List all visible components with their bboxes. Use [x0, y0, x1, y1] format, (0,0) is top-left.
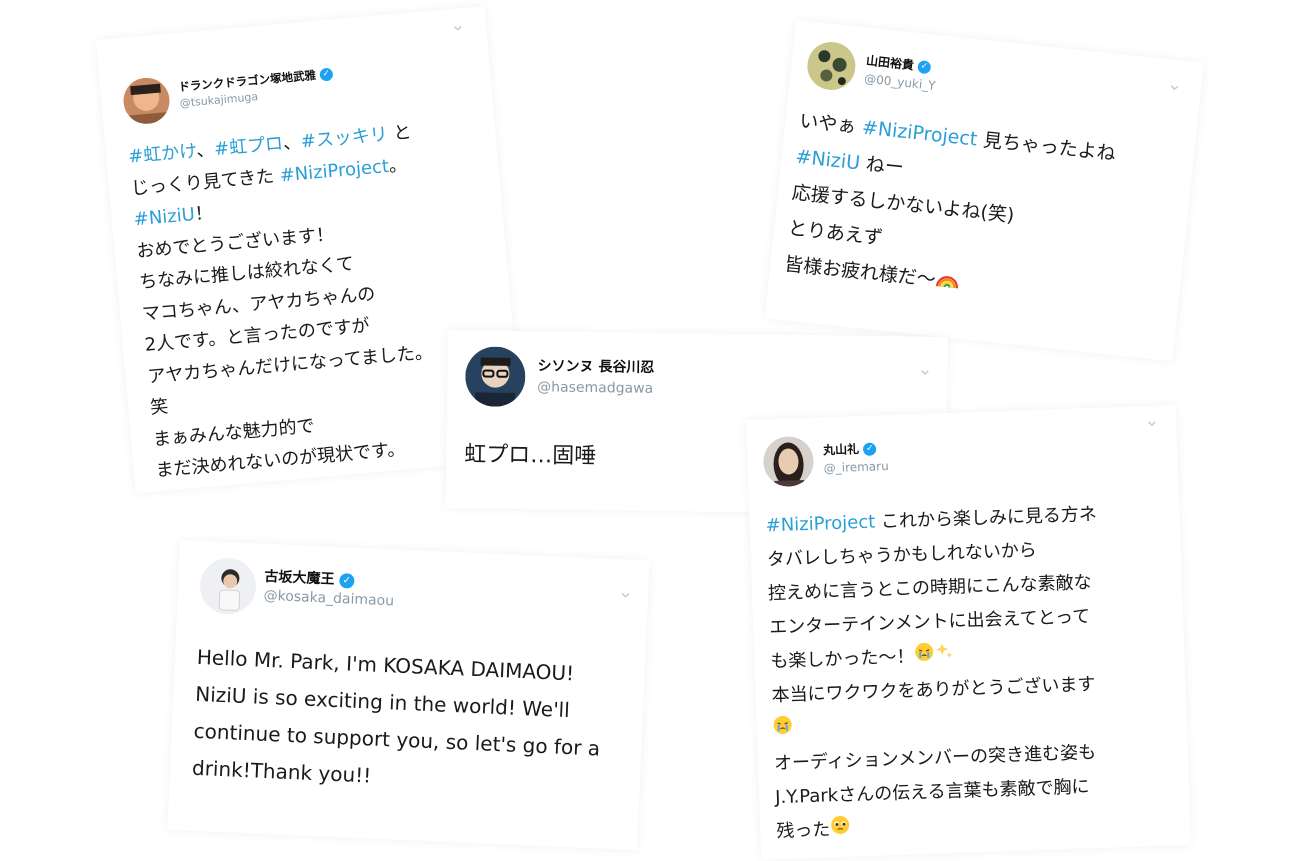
tweet-card-iremaru: 丸山礼 ✓ @_iremaru ⌄ #NiziProject これから楽しみに見…	[746, 404, 1192, 860]
rainbow-emoji-icon	[934, 263, 962, 301]
tweet-text-segment: も楽しかった〜！	[770, 646, 915, 673]
avatar-yuki[interactable]	[805, 39, 858, 93]
tweet-text-segment: と	[386, 121, 413, 145]
tweet-text-segment: 、	[195, 139, 216, 162]
tweet-card-yuki: 山田裕貴 ✓ @00_yuki_Y ⌄ いやぁ #NiziProject 見ちゃ…	[764, 20, 1204, 362]
chevron-down-icon[interactable]: ⌄	[449, 14, 466, 36]
tweet-text-segment: 控えめに言うとこの時期にこんな素敵な	[767, 572, 1092, 605]
tweet-text-segment: これから楽しみに見る方ネ	[874, 503, 1098, 533]
tweet-text-segment: 見ちゃったよね	[976, 128, 1117, 166]
hashtag-link[interactable]: #NiziProject	[279, 155, 390, 185]
author-handle[interactable]: @hasemadgawa	[537, 379, 653, 397]
tweet-text: いやぁ #NiziProject 見ちゃったよね #NiziU ねー 応援するしかな…	[782, 103, 1117, 316]
author-name[interactable]: 古坂大魔王 ✓	[264, 566, 355, 590]
author-handle[interactable]: @_iremaru	[823, 459, 888, 475]
avatar-hasemadgawa[interactable]	[464, 346, 526, 408]
hashtag-link[interactable]: #虹プロ	[213, 133, 284, 160]
hashtag-link[interactable]: #スッキリ	[300, 124, 389, 153]
avatar-iremaru[interactable]	[762, 435, 815, 488]
tweet-text-segment: 残った	[776, 819, 831, 843]
tweet-text-segment: オーディションメンバーの突き進む姿も	[773, 741, 1097, 775]
pleading-emoji-icon	[830, 813, 851, 848]
author-name[interactable]: シソンヌ 長谷川忍	[537, 355, 654, 377]
tweet-text-segment: とりあえず	[787, 217, 884, 250]
hashtag-link[interactable]: #NiziU	[795, 146, 862, 175]
tweet-text-segment: ねー	[858, 152, 905, 180]
tweet-text-segment: 笑	[149, 396, 170, 419]
author-handle[interactable]: @kosaka_daimaou	[263, 588, 394, 610]
verified-badge-icon: ✓	[863, 442, 877, 456]
verified-badge-icon: ✓	[319, 67, 334, 82]
hashtag-link[interactable]: #NiziProject	[861, 117, 978, 151]
hashtag-link[interactable]: #NiziProject	[765, 512, 875, 537]
avatar-kosaka[interactable]	[198, 556, 258, 616]
tweet-text: 虹プロ…固唾	[464, 442, 597, 470]
tweet-text-segment: 皆様お疲れ様だ〜	[783, 253, 937, 291]
chevron-down-icon[interactable]: ⌄	[1166, 73, 1183, 95]
tweet-text-segment: J.Y.Parkさんの伝える言葉も素敵で胸に	[774, 776, 1090, 809]
tweet-text: Hello Mr. Park, I'm KOSAKA DAIMAOU! NiziU…	[191, 639, 604, 805]
chevron-down-icon[interactable]: ⌄	[1144, 410, 1160, 432]
chevron-down-icon[interactable]: ⌄	[618, 581, 634, 603]
hashtag-link[interactable]: #虹かけ	[127, 141, 197, 168]
tweet-text: #虹かけ、#虹プロ、#スッキリ とじっくり見てきた #NiziProject。 #…	[127, 117, 442, 487]
tweet-text-segment: 、	[282, 131, 302, 155]
hashtag-link[interactable]: #NiziU	[133, 204, 196, 230]
author-name[interactable]: 丸山礼 ✓	[823, 439, 877, 458]
verified-badge-icon: ✓	[338, 572, 355, 589]
verified-badge-icon: ✓	[917, 60, 932, 75]
tweet-text-segment: エンターテインメントに出会えてとって	[768, 606, 1091, 639]
tweet-card-kosaka: 古坂大魔王 ✓ @kosaka_daimaou ⌄ Hello Mr. Park…	[167, 540, 650, 851]
avatar-tsukajimuga[interactable]	[121, 75, 172, 126]
tweet-text-segment: タバレしちゃうかもしれないから	[766, 539, 1038, 571]
sob-emoji-icon	[914, 640, 935, 675]
sob-emoji-icon	[772, 713, 793, 748]
sparkles-emoji-icon	[934, 639, 955, 674]
chevron-down-icon[interactable]: ⌄	[917, 359, 932, 380]
tweet-text-segment: 。	[387, 153, 408, 177]
tweet-text-segment: いやぁ	[798, 109, 864, 139]
tweet-text-segment: ！	[193, 202, 214, 226]
tweet-text: #NiziProject これから楽しみに見る方ネタバレしちゃうかもしれないから…	[765, 498, 1108, 849]
tweet-text-segment: 本当にワクワクをありがとうございます	[771, 673, 1096, 707]
